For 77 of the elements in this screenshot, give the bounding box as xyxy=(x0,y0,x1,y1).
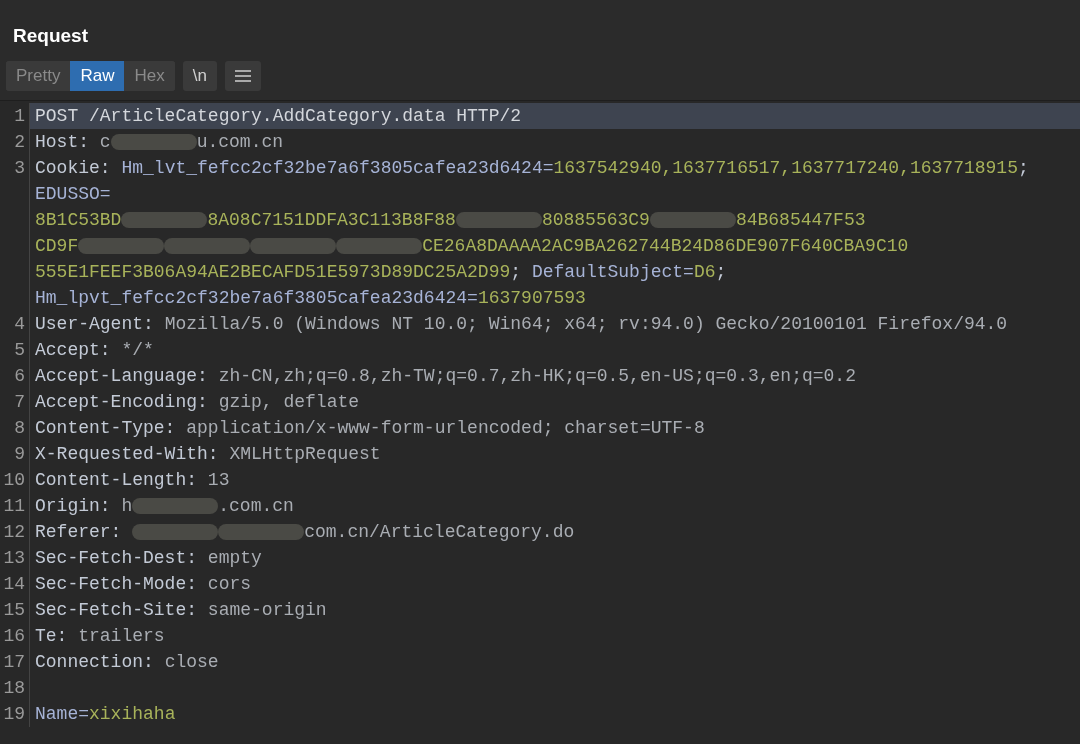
code-text: 13 xyxy=(207,468,230,492)
newline-toggle[interactable]: \n xyxy=(182,60,217,91)
line-number: 10 xyxy=(3,469,25,490)
code-text: Origin: xyxy=(35,494,112,518)
code-text: 1637907593 xyxy=(477,286,586,310)
code-text: D6 xyxy=(693,260,716,284)
line-number: 15 xyxy=(3,599,25,620)
code-text: Mozilla/5.0 (Windows NT 10.0; Win64; x64; rv:94.0) Gecko/20100101 Firefox/94.0 xyxy=(164,312,1008,336)
code-text: Name= xyxy=(35,702,89,726)
code-text: Content-Length: xyxy=(35,468,199,492)
code-text: CD9F xyxy=(35,234,79,258)
code-text: empty xyxy=(207,546,262,570)
code-text: DefaultSubject= xyxy=(531,260,694,284)
code-text: u.com.cn xyxy=(196,130,284,154)
code-text: */* xyxy=(121,338,154,362)
line-number: 18 xyxy=(3,677,25,698)
code-text: close xyxy=(164,650,219,674)
code-text: 84B685447F53 xyxy=(735,208,866,232)
code-text: Sec-Fetch-Site: xyxy=(35,598,199,622)
line-number: 13 xyxy=(3,547,25,568)
line-number: 19 xyxy=(3,703,25,724)
code-text: gzip, deflate xyxy=(218,390,360,414)
menu-button[interactable] xyxy=(224,60,261,91)
code-text: Sec-Fetch-Mode: xyxy=(35,572,199,596)
line-number: 7 xyxy=(14,391,25,412)
code-text: trailers xyxy=(78,624,165,648)
code-text: User-Agent: xyxy=(35,312,155,336)
code-text: ; xyxy=(715,260,727,284)
code-text: 1637542940,1637716517,1637717240,1637718915 xyxy=(553,156,1018,180)
line-number: 11 xyxy=(3,495,25,516)
code-text: Referer: xyxy=(35,520,123,544)
code-text: .com.cn xyxy=(218,494,294,518)
code-text: 555E1FEEF3B06A94AE2BECAFD51E5973D89DC25A2D99 xyxy=(35,260,511,284)
line-number: 8 xyxy=(14,417,25,438)
line-number: 4 xyxy=(14,313,25,334)
code-text: Content-Type: xyxy=(35,416,177,440)
code-text: ; xyxy=(1018,156,1029,180)
code-text: Cookie: xyxy=(35,156,112,180)
code-text: 80885563C9 xyxy=(541,208,650,232)
code-text: com.cn/ArticleCategory.do xyxy=(304,520,575,544)
code-text: 8B1C53BD xyxy=(35,208,122,232)
line-number: 5 xyxy=(14,339,25,360)
code-text: X-Requested-With: xyxy=(35,442,220,466)
panel-title: Request xyxy=(13,25,88,46)
code-text: 8A08C7151DDFA3C113B8F88 xyxy=(207,208,456,232)
line-number: 1 xyxy=(14,105,25,126)
code-text: Host: xyxy=(35,130,90,154)
menu-icon xyxy=(234,69,251,82)
line-number: 6 xyxy=(14,365,25,386)
code-text: Accept-Language: xyxy=(35,364,209,388)
code-text: cors xyxy=(207,572,252,596)
code-text: application/x-www-form-urlencoded; charset=UTF-8 xyxy=(186,416,705,440)
code-text: Accept: xyxy=(35,338,112,362)
code-text: EDUSSO= xyxy=(35,182,111,206)
code-text: POST /ArticleCategory.AddCategory.data HTTP/2 xyxy=(35,104,522,128)
code-text: ; xyxy=(510,260,523,284)
view-tab[interactable]: Raw xyxy=(70,60,125,91)
code-text: zh-CN,zh;q=0.8,zh-TW;q=0.7,zh-HK;q=0.5,en-US;q=0.3,en;q=0.2 xyxy=(218,364,856,388)
code-text: h xyxy=(121,494,133,518)
code-text: CE26A8DAAAA2AC9BA262744B24D86DE907F640CBA9C10 xyxy=(422,234,909,258)
line-number: 12 xyxy=(3,521,25,542)
code-text: XMLHttpRequest xyxy=(229,442,381,466)
line-number: 14 xyxy=(3,573,25,594)
code-text: Hm_lvt_fefcc2cf32be7a6f3805cafea23d6424= xyxy=(121,156,554,180)
code-text: Te: xyxy=(35,624,69,648)
code-text: xixihaha xyxy=(89,702,176,726)
code-text: c xyxy=(99,130,111,154)
code-text: Accept-Encoding: xyxy=(35,390,209,414)
code-text: Hm_lpvt_fefcc2cf32be7a6f3805cafea23d6424= xyxy=(35,286,478,310)
line-number: 3 xyxy=(14,157,25,178)
line-number: 2 xyxy=(14,131,25,152)
line-number: 17 xyxy=(3,651,25,672)
code-text: Connection: xyxy=(35,650,155,674)
code-text: Sec-Fetch-Dest: xyxy=(35,546,199,570)
line-number: 9 xyxy=(14,443,25,464)
line-number: 16 xyxy=(3,625,25,646)
code-text: same-origin xyxy=(207,598,327,622)
